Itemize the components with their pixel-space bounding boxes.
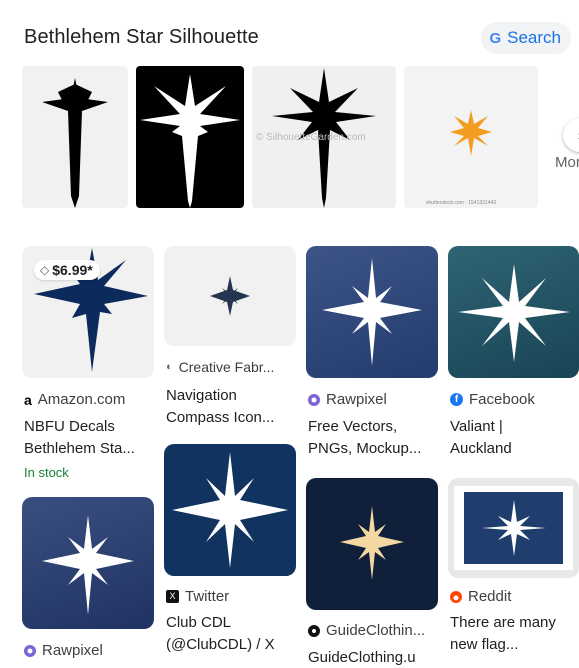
search-button-label: Search xyxy=(507,28,561,47)
result-source-8[interactable]: Rawpixel xyxy=(24,642,103,659)
result-source-1[interactable]: a Amazon.com xyxy=(24,391,125,408)
stock-credit-text: shutterstock.com · 1541331443 xyxy=(426,200,496,206)
star-silhouette-icon xyxy=(458,264,570,362)
strip-image-1[interactable] xyxy=(22,66,128,208)
result-source-2[interactable]: ◐ Creative Fabr... xyxy=(166,359,274,375)
star-silhouette-icon: © SilhouetteGarden.com xyxy=(256,68,376,208)
result-image-2[interactable] xyxy=(164,246,296,346)
result-title-line: Valiant | xyxy=(450,418,503,435)
result-title-line: Compass Icon... xyxy=(166,409,275,426)
reddit-icon xyxy=(450,590,462,603)
strip-image-2[interactable] xyxy=(136,66,244,208)
facebook-icon: f xyxy=(450,393,463,406)
result-image-8[interactable] xyxy=(22,497,154,629)
star-silhouette-icon: shutterstock.com · 1541331443 xyxy=(426,110,496,206)
star-silhouette-icon xyxy=(322,258,422,366)
price-badge: ◇ $6.99* xyxy=(34,260,100,280)
result-source-label: Rawpixel xyxy=(326,391,387,408)
result-image-7[interactable] xyxy=(448,478,579,578)
result-source-label: Facebook xyxy=(469,391,535,408)
result-title-line: NBFU Decals xyxy=(24,418,115,435)
guideclothing-icon xyxy=(308,624,320,637)
strip-image-3[interactable]: © SilhouetteGarden.com xyxy=(252,66,396,208)
result-title-line: Auckland xyxy=(450,440,512,457)
result-source-label: Twitter xyxy=(185,588,230,605)
more-button[interactable]: › xyxy=(563,118,579,152)
result-image-5[interactable] xyxy=(164,444,296,576)
result-title-1[interactable]: NBFU Decals Bethlehem Sta... xyxy=(24,416,135,460)
strip-image-4[interactable]: shutterstock.com · 1541331443 xyxy=(404,66,538,208)
result-title-2[interactable]: Navigation Compass Icon... xyxy=(166,385,274,429)
result-title-7[interactable]: There are many new flag... xyxy=(450,612,556,656)
result-source-label: Rawpixel xyxy=(42,642,103,659)
result-title-4[interactable]: Valiant | Auckland xyxy=(450,416,512,460)
result-title-3[interactable]: Free Vectors, PNGs, Mockup... xyxy=(308,416,421,460)
result-image-6[interactable] xyxy=(306,478,438,610)
flag-star-icon xyxy=(454,486,573,570)
result-source-7[interactable]: Reddit xyxy=(450,588,511,605)
result-source-5[interactable]: X Twitter xyxy=(166,588,229,605)
star-silhouette-icon xyxy=(140,74,240,208)
search-button[interactable]: G Search xyxy=(481,22,571,54)
result-title-line: Free Vectors, xyxy=(308,418,398,435)
stock-status: In stock xyxy=(24,465,69,480)
creative-fabrica-icon: ◐ xyxy=(166,361,173,373)
star-silhouette-icon xyxy=(42,78,108,208)
result-image-4[interactable] xyxy=(448,246,579,378)
result-source-label: GuideClothin... xyxy=(326,622,426,639)
result-title-line: (@ClubCDL) / X xyxy=(166,636,275,653)
result-title-line: new flag... xyxy=(450,636,519,653)
result-title-line: Navigation xyxy=(166,387,237,404)
star-silhouette-icon xyxy=(340,506,404,580)
page-title: Bethlehem Star Silhouette xyxy=(24,26,259,48)
star-silhouette-icon xyxy=(172,452,288,568)
more-label[interactable]: More xyxy=(555,154,579,171)
result-source-3[interactable]: Rawpixel xyxy=(308,391,387,408)
result-title-line: Club CDL xyxy=(166,614,232,631)
rawpixel-icon xyxy=(308,393,320,406)
price-text: $6.99* xyxy=(52,262,93,278)
result-title-line: PNGs, Mockup... xyxy=(308,440,422,457)
result-source-label: Creative Fabr... xyxy=(178,359,275,375)
result-image-3[interactable] xyxy=(306,246,438,378)
star-silhouette-icon xyxy=(42,515,134,615)
google-g-icon: G xyxy=(489,29,502,47)
compass-star-icon xyxy=(210,276,250,316)
twitter-icon: X xyxy=(166,590,179,603)
result-source-4[interactable]: f Facebook xyxy=(450,391,535,408)
result-title-6[interactable]: GuideClothing.u xyxy=(308,647,416,668)
watermark-text: © SilhouetteGarden.com xyxy=(256,132,366,143)
result-source-label: Amazon.com xyxy=(37,391,126,408)
rawpixel-icon xyxy=(24,644,36,657)
result-title-5[interactable]: Club CDL (@ClubCDL) / X xyxy=(166,612,275,656)
result-source-label: Reddit xyxy=(468,588,512,605)
amazon-icon: a xyxy=(24,391,32,408)
result-title-line: GuideClothing.u xyxy=(308,649,416,666)
result-source-6[interactable]: GuideClothin... xyxy=(308,622,425,639)
price-tag-icon: ◇ xyxy=(40,263,50,277)
result-title-line: There are many xyxy=(450,614,556,631)
result-title-line: Bethlehem Sta... xyxy=(24,440,135,457)
